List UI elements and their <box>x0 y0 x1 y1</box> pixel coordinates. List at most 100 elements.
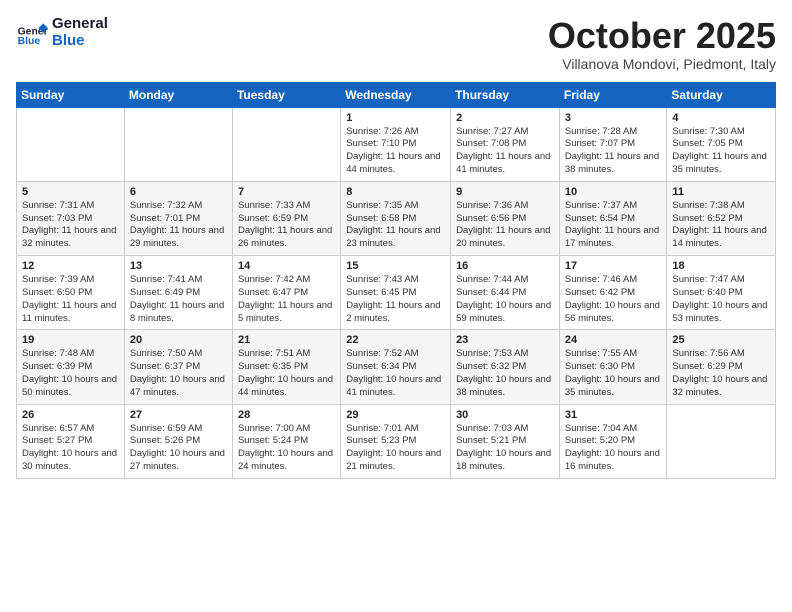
calendar-cell: 20Sunrise: 7:50 AM Sunset: 6:37 PM Dayli… <box>124 330 232 404</box>
calendar-cell: 17Sunrise: 7:46 AM Sunset: 6:42 PM Dayli… <box>559 256 667 330</box>
calendar-cell: 23 Sunrise: 7:53 AM Sunset: 6:32 PM Dayli… <box>451 330 560 404</box>
day-info: Sunrise: 7:37 AM Sunset: 6:54 PM Dayligh… <box>565 200 662 251</box>
calendar-week-row: 19 Sunrise: 7:48 AM Sunset: 6:39 PM Dayli… <box>17 330 776 404</box>
calendar-cell: 22 Sunrise: 7:52 AM Sunset: 6:34 PM Dayli… <box>341 330 451 404</box>
day-info: Sunrise: 7:32 AM Sunset: 7:01 PM Dayligh… <box>130 200 227 251</box>
day-number: 15 <box>346 260 445 272</box>
calendar-cell: 3Sunrise: 7:28 AM Sunset: 7:07 PM Daylig… <box>559 107 667 181</box>
svg-text:Blue: Blue <box>18 36 41 47</box>
day-info: Sunrise: 7:27 AM Sunset: 7:08 PM Dayligh… <box>456 126 554 177</box>
day-number: 12 <box>22 260 119 272</box>
calendar-cell <box>232 107 340 181</box>
logo-icon: General Blue <box>16 17 48 49</box>
calendar-cell: 26 Sunrise: 6:57 AM Sunset: 5:27 PM Dayli… <box>17 404 125 478</box>
day-info: Sunrise: 7:44 AM Sunset: 6:44 PM Dayligh… <box>456 274 554 325</box>
calendar-cell: 24 Sunrise: 7:55 AM Sunset: 6:30 PM Dayli… <box>559 330 667 404</box>
day-info: Sunrise: 7:31 AM Sunset: 7:03 PM Dayligh… <box>22 200 119 251</box>
day-info: Sunrise: 7:00 AM Sunset: 5:24 PM Dayligh… <box>238 423 335 474</box>
calendar-cell: 14 Sunrise: 7:42 AM Sunset: 6:47 PM Dayli… <box>232 256 340 330</box>
weekday-header-sunday: Sunday <box>17 82 125 107</box>
calendar-cell: 9 Sunrise: 7:36 AM Sunset: 6:56 PM Daylig… <box>451 181 560 255</box>
day-info: Sunrise: 6:59 AM Sunset: 5:26 PM Dayligh… <box>130 423 227 474</box>
calendar-cell: 15 Sunrise: 7:43 AM Sunset: 6:45 PM Dayli… <box>341 256 451 330</box>
calendar-week-row: 12 Sunrise: 7:39 AM Sunset: 6:50 PM Dayli… <box>17 256 776 330</box>
logo-text: General Blue <box>52 16 108 49</box>
day-number: 19 <box>22 334 119 346</box>
day-info: Sunrise: 7:35 AM Sunset: 6:58 PM Dayligh… <box>346 200 445 251</box>
page-header: General Blue General Blue October 2025 V… <box>16 16 776 72</box>
day-number: 11 <box>672 186 770 198</box>
day-number: 21 <box>238 334 335 346</box>
day-info: Sunrise: 7:26 AM Sunset: 7:10 PM Dayligh… <box>346 126 445 177</box>
calendar-cell: 21Sunrise: 7:51 AM Sunset: 6:35 PM Dayli… <box>232 330 340 404</box>
day-info: Sunrise: 7:43 AM Sunset: 6:45 PM Dayligh… <box>346 274 445 325</box>
weekday-header-saturday: Saturday <box>667 82 776 107</box>
day-number: 24 <box>565 334 662 346</box>
day-number: 22 <box>346 334 445 346</box>
day-info: Sunrise: 7:48 AM Sunset: 6:39 PM Dayligh… <box>22 348 119 399</box>
calendar-cell <box>124 107 232 181</box>
day-number: 28 <box>238 409 335 421</box>
day-number: 29 <box>346 409 445 421</box>
day-number: 25 <box>672 334 770 346</box>
day-number: 4 <box>672 112 770 124</box>
calendar-cell: 6 Sunrise: 7:32 AM Sunset: 7:01 PM Daylig… <box>124 181 232 255</box>
day-number: 27 <box>130 409 227 421</box>
day-number: 18 <box>672 260 770 272</box>
calendar-cell: 12 Sunrise: 7:39 AM Sunset: 6:50 PM Dayli… <box>17 256 125 330</box>
day-info: Sunrise: 7:53 AM Sunset: 6:32 PM Dayligh… <box>456 348 554 399</box>
calendar-cell: 5Sunrise: 7:31 AM Sunset: 7:03 PM Daylig… <box>17 181 125 255</box>
day-number: 10 <box>565 186 662 198</box>
day-info: Sunrise: 7:36 AM Sunset: 6:56 PM Dayligh… <box>456 200 554 251</box>
calendar-cell <box>667 404 776 478</box>
weekday-header-thursday: Thursday <box>451 82 560 107</box>
calendar-cell: 18 Sunrise: 7:47 AM Sunset: 6:40 PM Dayli… <box>667 256 776 330</box>
calendar-cell: 13 Sunrise: 7:41 AM Sunset: 6:49 PM Dayli… <box>124 256 232 330</box>
calendar-cell: 10 Sunrise: 7:37 AM Sunset: 6:54 PM Dayli… <box>559 181 667 255</box>
location: Villanova Mondovi, Piedmont, Italy <box>548 56 776 72</box>
calendar-cell: 2 Sunrise: 7:27 AM Sunset: 7:08 PM Daylig… <box>451 107 560 181</box>
day-info: Sunrise: 7:42 AM Sunset: 6:47 PM Dayligh… <box>238 274 335 325</box>
calendar-week-row: 26 Sunrise: 6:57 AM Sunset: 5:27 PM Dayli… <box>17 404 776 478</box>
calendar-cell: 8 Sunrise: 7:35 AM Sunset: 6:58 PM Daylig… <box>341 181 451 255</box>
calendar-cell: 29 Sunrise: 7:01 AM Sunset: 5:23 PM Dayli… <box>341 404 451 478</box>
logo: General Blue General Blue <box>16 16 108 49</box>
weekday-header-monday: Monday <box>124 82 232 107</box>
calendar-week-row: 5Sunrise: 7:31 AM Sunset: 7:03 PM Daylig… <box>17 181 776 255</box>
calendar-cell: 25Sunrise: 7:56 AM Sunset: 6:29 PM Dayli… <box>667 330 776 404</box>
day-number: 16 <box>456 260 554 272</box>
day-info: Sunrise: 7:41 AM Sunset: 6:49 PM Dayligh… <box>130 274 227 325</box>
calendar-cell <box>17 107 125 181</box>
day-info: Sunrise: 7:50 AM Sunset: 6:37 PM Dayligh… <box>130 348 227 399</box>
day-number: 6 <box>130 186 227 198</box>
day-number: 8 <box>346 186 445 198</box>
day-info: Sunrise: 7:55 AM Sunset: 6:30 PM Dayligh… <box>565 348 662 399</box>
day-info: Sunrise: 7:03 AM Sunset: 5:21 PM Dayligh… <box>456 423 554 474</box>
weekday-header-friday: Friday <box>559 82 667 107</box>
day-number: 13 <box>130 260 227 272</box>
day-info: Sunrise: 7:47 AM Sunset: 6:40 PM Dayligh… <box>672 274 770 325</box>
day-info: Sunrise: 7:04 AM Sunset: 5:20 PM Dayligh… <box>565 423 662 474</box>
day-number: 9 <box>456 186 554 198</box>
calendar-cell: 19 Sunrise: 7:48 AM Sunset: 6:39 PM Dayli… <box>17 330 125 404</box>
day-info: Sunrise: 6:57 AM Sunset: 5:27 PM Dayligh… <box>22 423 119 474</box>
day-info: Sunrise: 7:52 AM Sunset: 6:34 PM Dayligh… <box>346 348 445 399</box>
calendar-cell: 4Sunrise: 7:30 AM Sunset: 7:05 PM Daylig… <box>667 107 776 181</box>
calendar-cell: 31Sunrise: 7:04 AM Sunset: 5:20 PM Dayli… <box>559 404 667 478</box>
day-number: 26 <box>22 409 119 421</box>
day-info: Sunrise: 7:39 AM Sunset: 6:50 PM Dayligh… <box>22 274 119 325</box>
calendar-cell: 30Sunrise: 7:03 AM Sunset: 5:21 PM Dayli… <box>451 404 560 478</box>
title-area: October 2025 Villanova Mondovi, Piedmont… <box>548 16 776 72</box>
day-info: Sunrise: 7:38 AM Sunset: 6:52 PM Dayligh… <box>672 200 770 251</box>
day-number: 14 <box>238 260 335 272</box>
day-info: Sunrise: 7:01 AM Sunset: 5:23 PM Dayligh… <box>346 423 445 474</box>
day-number: 1 <box>346 112 445 124</box>
weekday-header-row: SundayMondayTuesdayWednesdayThursdayFrid… <box>17 82 776 107</box>
day-number: 2 <box>456 112 554 124</box>
day-number: 17 <box>565 260 662 272</box>
calendar-week-row: 1 Sunrise: 7:26 AM Sunset: 7:10 PM Daylig… <box>17 107 776 181</box>
weekday-header-tuesday: Tuesday <box>232 82 340 107</box>
calendar-cell: 7Sunrise: 7:33 AM Sunset: 6:59 PM Daylig… <box>232 181 340 255</box>
day-number: 23 <box>456 334 554 346</box>
calendar-cell: 28 Sunrise: 7:00 AM Sunset: 5:24 PM Dayli… <box>232 404 340 478</box>
